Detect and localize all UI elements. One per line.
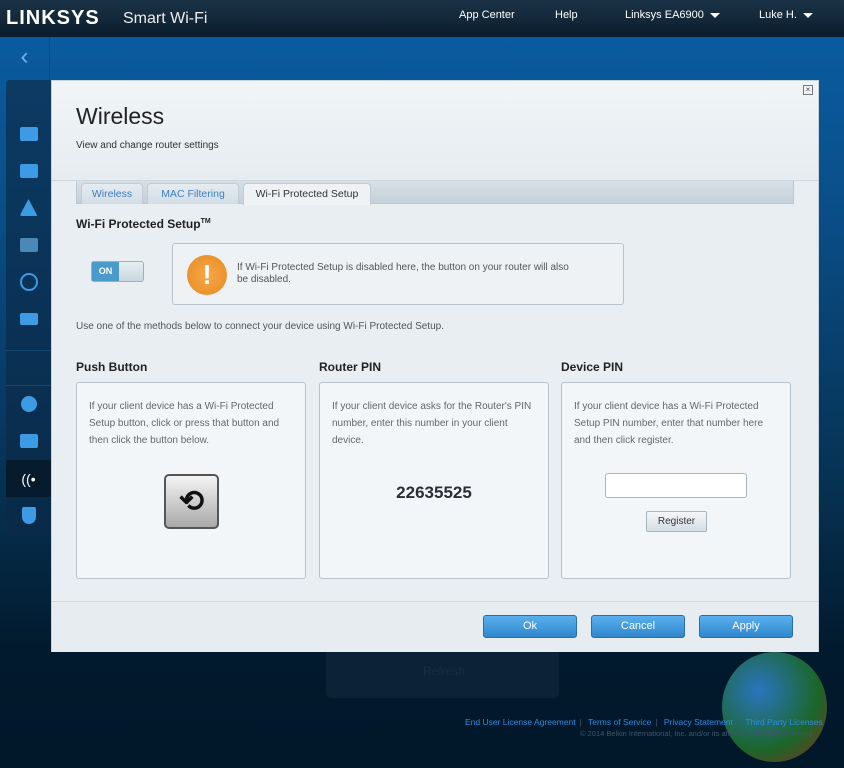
push-button-card: If your client device has a Wi-Fi Protec… — [76, 382, 306, 579]
refresh-button-background: Refresh — [326, 652, 559, 698]
device-pin-text: If your client device has a Wi-Fi Protec… — [574, 401, 763, 446]
chevron-down-icon — [802, 12, 813, 18]
router-menu[interactable]: Linksys EA6900 — [625, 9, 720, 21]
toggle-on-label: ON — [92, 262, 119, 281]
speedometer-icon[interactable] — [6, 263, 51, 300]
eula-link[interactable]: End User License Agreement — [465, 717, 576, 727]
ok-button[interactable]: Ok — [483, 615, 577, 638]
alert-icon[interactable] — [6, 189, 51, 226]
trademark: TM — [200, 218, 211, 225]
third-party-link[interactable]: Third Party Licenses — [745, 717, 822, 727]
security-shield-icon[interactable] — [6, 497, 51, 534]
terms-link[interactable]: Terms of Service — [588, 717, 651, 727]
app-center-link[interactable]: App Center — [459, 9, 515, 21]
help-link[interactable]: Help — [555, 9, 578, 21]
parental-controls-icon[interactable] — [6, 152, 51, 189]
usb-icon[interactable] — [6, 300, 51, 337]
tab-wi-fi-protected-setup[interactable]: Wi-Fi Protected Setup — [243, 183, 371, 205]
section-title-text: Wi-Fi Protected Setup — [76, 217, 201, 231]
wireless-icon[interactable]: ((• — [6, 460, 51, 497]
wps-push-button[interactable]: ⟲ — [164, 474, 219, 529]
wireless-dialog: × Wireless View and change router settin… — [51, 80, 819, 652]
back-button[interactable]: ‹ — [0, 37, 50, 79]
footer-links: End User License Agreement | Terms of Ser… — [465, 717, 823, 727]
kg-watermark-logo — [722, 652, 827, 762]
dialog-footer: Ok Cancel Apply — [52, 601, 818, 652]
copyright: © 2014 Belkin International, Inc. and/or… — [580, 729, 815, 738]
apply-button[interactable]: Apply — [699, 615, 793, 638]
first-aid-icon[interactable] — [6, 422, 51, 459]
top-bar: LINKSYS Smart Wi-Fi App Center Help Link… — [0, 0, 844, 37]
close-icon[interactable]: × — [803, 85, 813, 95]
notice-text: If Wi-Fi Protected Setup is disabled her… — [237, 262, 569, 285]
section-title: Wi-Fi Protected SetupTM — [76, 217, 211, 231]
wps-toggle[interactable]: ON — [91, 261, 144, 282]
notice-box: ! If Wi-Fi Protected Setup is disabled h… — [172, 243, 624, 305]
wps-icon: ⟲ — [178, 485, 205, 518]
warning-icon: ! — [187, 255, 227, 295]
router-pin-value: 22635525 — [396, 483, 472, 502]
divider — [6, 350, 51, 351]
page-title: Wireless — [76, 103, 165, 129]
product-name: Smart Wi-Fi — [123, 10, 208, 27]
device-pin-input[interactable] — [605, 473, 747, 498]
sidebar: ((• — [6, 80, 51, 535]
user-menu[interactable]: Luke H. — [759, 9, 813, 21]
chevron-down-icon — [709, 12, 720, 18]
dialog-header — [52, 81, 818, 181]
privacy-link[interactable]: Privacy Statement — [664, 717, 733, 727]
tab-mac-filtering[interactable]: MAC Filtering — [147, 183, 239, 204]
backup-icon[interactable] — [6, 226, 51, 263]
user-name: Luke H. — [759, 9, 797, 21]
devices-icon[interactable] — [6, 115, 51, 152]
router-pin-title: Router PIN — [319, 360, 382, 374]
linksys-logo: LINKSYS — [6, 7, 100, 29]
intro-text: Use one of the methods below to connect … — [76, 321, 444, 332]
register-button[interactable]: Register — [646, 511, 707, 532]
tab-wireless[interactable]: Wireless — [81, 183, 143, 204]
gear-icon[interactable] — [6, 385, 51, 422]
device-pin-title: Device PIN — [561, 360, 624, 374]
router-pin-card: If your client device asks for the Route… — [319, 382, 549, 579]
page-subtitle: View and change router settings — [76, 140, 219, 151]
router-pin-text: If your client device asks for the Route… — [332, 401, 532, 446]
device-pin-card: If your client device has a Wi-Fi Protec… — [561, 382, 791, 579]
cancel-button[interactable]: Cancel — [591, 615, 685, 638]
tab-bar: Wireless MAC Filtering Wi-Fi Protected S… — [76, 181, 794, 205]
push-button-title: Push Button — [76, 360, 148, 374]
push-button-text: If your client device has a Wi-Fi Protec… — [89, 401, 280, 446]
router-name: Linksys EA6900 — [625, 9, 704, 21]
